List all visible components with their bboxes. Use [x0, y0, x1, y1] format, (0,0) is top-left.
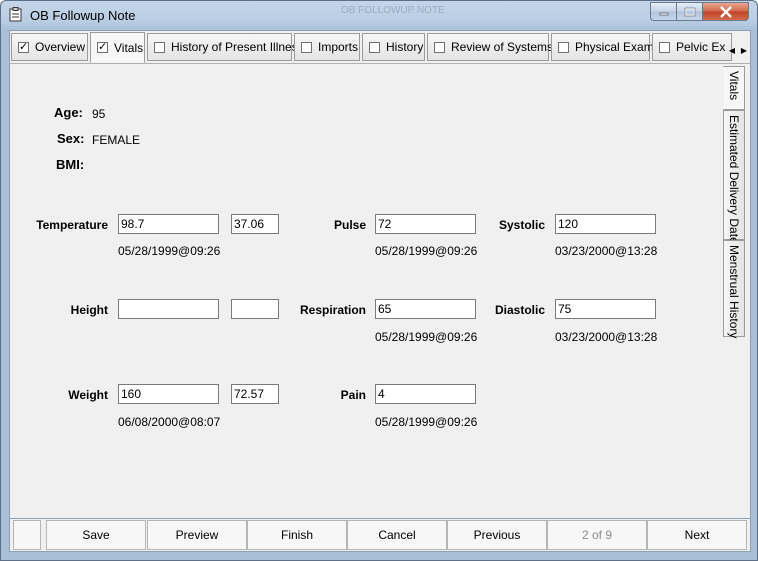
tab-history[interactable]: History: [362, 33, 425, 61]
tab-physical-exam-checkbox[interactable]: [558, 41, 569, 53]
title-bar: OB Followup Note OB FOLLOWUP NOTE: [1, 1, 757, 29]
tab-review-of-systems[interactable]: Review of Systems: [427, 33, 553, 61]
page-indicator: 2 of 9: [547, 520, 647, 550]
finish-button[interactable]: Finish: [247, 520, 347, 550]
temperature-label: Temperature: [36, 218, 108, 232]
weight-kg-input[interactable]: 72.57: [231, 384, 279, 404]
pulse-label: Pulse: [333, 218, 366, 232]
maximize-button[interactable]: [676, 2, 703, 21]
sex-value: FEMALE: [92, 133, 141, 147]
tab-overview-checkbox[interactable]: ✓: [18, 41, 29, 53]
close-button[interactable]: [702, 2, 749, 21]
diastolic-timestamp: 03/23/2000@13:28: [555, 330, 658, 344]
tab-hpi-checkbox[interactable]: [154, 41, 165, 53]
temperature-c-input[interactable]: 37.06: [231, 214, 279, 234]
tab-imports[interactable]: Imports: [294, 33, 360, 61]
age-label: Age:: [54, 105, 83, 120]
height-input[interactable]: [118, 299, 219, 319]
respiration-label: Respiration: [299, 303, 366, 317]
app-window: OB Followup Note OB FOLLOWUP NOTE ✓ Over…: [0, 0, 758, 561]
tab-history-checkbox[interactable]: [369, 41, 380, 53]
diastolic-input[interactable]: 75: [555, 299, 656, 319]
side-tab-label: Vitals: [727, 71, 741, 101]
systolic-input[interactable]: 120: [555, 214, 656, 234]
tab-pelvic-checkbox[interactable]: [659, 41, 670, 53]
tab-physical-exam[interactable]: Physical Exam: [551, 33, 654, 61]
tab-pelvic-exam[interactable]: Pelvic Ex: [652, 33, 732, 61]
bmi-label: BMI:: [56, 157, 85, 172]
tab-overview[interactable]: ✓ Overview: [11, 33, 88, 61]
pain-input[interactable]: 4: [375, 384, 476, 404]
tab-label: Review of Systems: [451, 40, 554, 54]
tab-label: History of Present Illness: [171, 40, 304, 54]
close-icon: [719, 5, 732, 18]
pain-label: Pain: [340, 388, 366, 402]
pain-timestamp: 05/28/1999@09:26: [375, 415, 478, 429]
scroll-right-icon[interactable]: ▶: [738, 41, 750, 59]
side-tabs: Vitals Estimated Delivery Date Menstrual…: [723, 63, 745, 363]
preview-button[interactable]: Preview: [147, 520, 247, 550]
side-tab-label: Estimated Delivery Date: [727, 115, 741, 244]
side-tab-vitals[interactable]: Vitals: [723, 66, 745, 110]
minimize-icon: [659, 12, 668, 15]
height-alt-input[interactable]: [231, 299, 279, 319]
previous-button[interactable]: Previous: [447, 520, 547, 550]
tab-label: Overview: [35, 40, 86, 54]
weight-lb-input[interactable]: 160: [118, 384, 219, 404]
diastolic-label: Diastolic: [494, 303, 545, 317]
height-label: Height: [70, 303, 108, 317]
weight-label: Weight: [68, 388, 108, 402]
temperature-f-input[interactable]: 98.7: [118, 214, 219, 234]
side-tab-menstrual-history[interactable]: Menstrual History: [723, 240, 745, 339]
systolic-label: Systolic: [498, 218, 545, 232]
tab-ros-checkbox[interactable]: [434, 41, 445, 53]
footer-toolbar: Save Preview Finish Cancel Previous 2 of…: [9, 519, 751, 552]
side-tab-label: Menstrual History: [727, 245, 741, 339]
note-app-icon: [9, 7, 22, 22]
sex-label: Sex:: [57, 131, 85, 146]
blank-button[interactable]: [13, 520, 41, 550]
tab-vitals-checkbox[interactable]: ✓: [97, 42, 108, 53]
section-tabs: ✓ Overview ✓ Vitals History of Present I…: [9, 30, 751, 63]
age-value: 95: [92, 107, 106, 121]
window-title: OB Followup Note: [30, 8, 136, 23]
pulse-timestamp: 05/28/1999@09:26: [375, 244, 478, 258]
save-button[interactable]: Save: [46, 520, 146, 550]
side-tab-estimated-delivery-date[interactable]: Estimated Delivery Date: [723, 110, 745, 244]
respiration-input[interactable]: 65: [375, 299, 476, 319]
background-window-title: OB FOLLOWUP NOTE: [341, 5, 445, 16]
tab-history-of-present-illness[interactable]: History of Present Illness: [147, 33, 304, 61]
tab-label: Vitals: [114, 40, 144, 55]
respiration-timestamp: 05/28/1999@09:26: [375, 330, 478, 344]
pulse-input[interactable]: 72: [375, 214, 476, 234]
tab-label: Physical Exam: [575, 40, 654, 54]
cancel-button[interactable]: Cancel: [347, 520, 447, 550]
weight-timestamp: 06/08/2000@08:07: [118, 415, 221, 429]
maximize-icon: [684, 7, 695, 16]
minimize-button[interactable]: [650, 2, 677, 21]
scroll-left-icon[interactable]: ◀: [726, 41, 738, 59]
next-button[interactable]: Next: [647, 520, 747, 550]
tab-imports-checkbox[interactable]: [301, 41, 312, 53]
vitals-panel: Age: 95 Sex: FEMALE BMI: Temperature 98.…: [9, 63, 751, 519]
tab-label: Imports: [318, 40, 359, 54]
systolic-timestamp: 03/23/2000@13:28: [555, 244, 658, 258]
tab-vitals[interactable]: ✓ Vitals: [90, 32, 145, 63]
tab-scroll-buttons: ◀ ▶: [726, 41, 750, 59]
temperature-timestamp: 05/28/1999@09:26: [118, 244, 221, 258]
tab-label: History: [386, 40, 424, 54]
tab-label: Pelvic Ex: [676, 40, 726, 54]
